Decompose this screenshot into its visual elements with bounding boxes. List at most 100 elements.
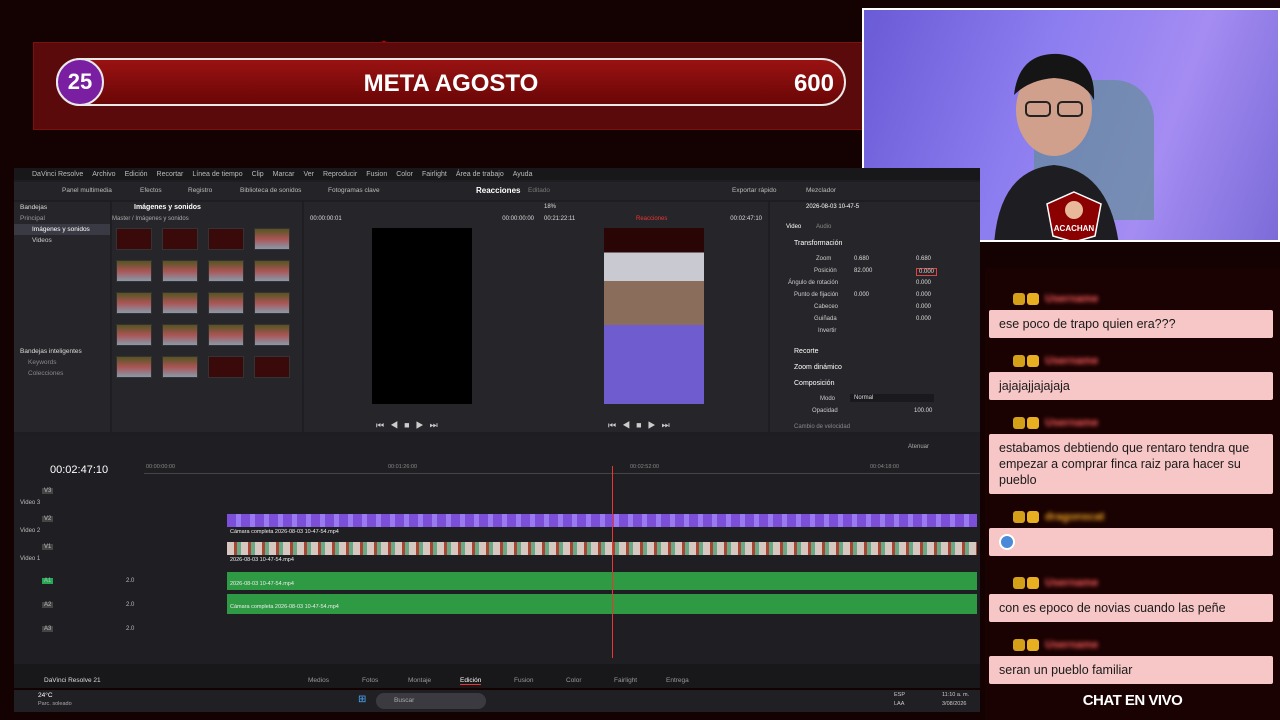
video-clip-v2[interactable]	[227, 514, 977, 527]
media-thumbnail[interactable]	[208, 228, 244, 250]
log-button[interactable]: Registro	[188, 187, 212, 194]
section-crop[interactable]: Recorte	[794, 348, 819, 355]
source-frame	[372, 228, 472, 404]
mode-select[interactable]: Normal	[850, 394, 934, 402]
media-thumbnail[interactable]	[254, 356, 290, 378]
bin-master[interactable]: Principal	[14, 213, 110, 224]
page-cut[interactable]: Fotos	[362, 677, 378, 684]
media-pool-button[interactable]: Panel multimedia	[62, 187, 112, 194]
media-thumbnail[interactable]	[208, 324, 244, 346]
menu-item[interactable]: Edición	[125, 171, 148, 178]
yaw-field[interactable]: 0.000	[916, 316, 931, 322]
page-media[interactable]: Medios	[308, 677, 329, 684]
menu-item[interactable]: Archivo	[92, 171, 115, 178]
media-thumbnail[interactable]	[208, 260, 244, 282]
media-pool-title: Imágenes y sonidos	[134, 204, 201, 211]
transport-controls[interactable]: ⏮◀■▶⏭	[608, 420, 676, 431]
menu-item[interactable]: Fusion	[366, 171, 387, 178]
source-viewer: 00:00:00:01 00:00:00:00 ⏮◀■▶⏭	[304, 202, 540, 432]
menu-item[interactable]: Marcar	[273, 171, 295, 178]
zoom-x-field[interactable]: 0.680	[854, 256, 869, 262]
page-fairlight[interactable]: Fairlight	[614, 677, 637, 684]
attenuate-button[interactable]: Atenuar	[908, 444, 929, 450]
media-thumbnail[interactable]	[162, 260, 198, 282]
media-thumbnail[interactable]	[254, 260, 290, 282]
chat-username: Username	[1045, 639, 1099, 651]
media-thumbnail[interactable]	[254, 292, 290, 314]
menu-item[interactable]: Reproducir	[323, 171, 357, 178]
playhead[interactable]	[612, 466, 613, 658]
sound-library-button[interactable]: Biblioteca de sonidos	[240, 187, 301, 194]
mixer-button[interactable]: Mezclador	[806, 187, 836, 194]
source-timecode: 00:00:00:01	[310, 216, 342, 222]
keyframes-button[interactable]: Fotogramas clave	[328, 187, 380, 194]
anchor-label: Punto de fijación	[794, 292, 839, 298]
media-thumbnail[interactable]	[254, 228, 290, 250]
menu-item[interactable]: Ayuda	[513, 171, 533, 178]
media-thumbnail[interactable]	[162, 292, 198, 314]
position-x-field[interactable]: 82.000	[854, 268, 872, 274]
language-indicator[interactable]: ESP	[894, 692, 905, 698]
tab-video[interactable]: Video	[786, 224, 801, 230]
media-thumbnail[interactable]	[208, 292, 244, 314]
transport-controls[interactable]: ⏮◀■▶⏭	[376, 420, 444, 431]
media-thumbnail[interactable]	[254, 324, 290, 346]
bin-item[interactable]: Videos	[14, 235, 110, 246]
menu-bar: DaVinci Resolve Archivo Edición Recortar…	[14, 168, 980, 180]
media-thumbnail[interactable]	[116, 324, 152, 346]
video-clip-v1[interactable]	[227, 542, 977, 555]
search-placeholder: Buscar	[394, 697, 415, 704]
zoom-y-field[interactable]: 0.680	[916, 256, 931, 262]
media-thumbnail[interactable]	[162, 228, 198, 250]
media-thumbnail[interactable]	[162, 324, 198, 346]
windows-taskbar: 24°C Parc. soleado ⊞ Buscar ESP LAA 11:1…	[14, 690, 980, 712]
media-thumbnail[interactable]	[208, 356, 244, 378]
menu-item[interactable]: DaVinci Resolve	[32, 171, 83, 178]
page-deliver[interactable]: Entrega	[666, 677, 689, 684]
track-id: V1	[42, 544, 54, 550]
menu-item[interactable]: Color	[396, 171, 413, 178]
mode-label: Modo	[820, 396, 836, 402]
media-pool: Imágenes y sonidos Master / Imágenes y s…	[112, 202, 302, 432]
taskbar-search[interactable]: Buscar	[376, 693, 486, 709]
anchor-y-field[interactable]: 0.000	[916, 292, 931, 298]
menu-item[interactable]: Área de trabajo	[456, 171, 504, 178]
menu-item[interactable]: Clip	[252, 171, 264, 178]
pitch-field[interactable]: 0.000	[916, 304, 931, 310]
windows-start-icon[interactable]: ⊞	[358, 694, 366, 705]
menu-item[interactable]: Recortar	[157, 171, 184, 178]
anchor-x-field[interactable]: 0.000	[854, 292, 869, 298]
media-thumbnail[interactable]	[116, 260, 152, 282]
timeline-ruler[interactable]: 00:00:00:00 00:01:26:00 00:02:52:00 00:0…	[144, 464, 980, 474]
clock-time[interactable]: 11:10 a. m.	[942, 692, 969, 698]
effects-button[interactable]: Efectos	[140, 187, 162, 194]
quick-export-button[interactable]: Exportar rápido	[732, 187, 776, 194]
page-color[interactable]: Color	[566, 677, 582, 684]
media-thumbnail[interactable]	[116, 292, 152, 314]
position-y-field[interactable]: 0.000	[916, 268, 938, 276]
media-thumbnail[interactable]	[162, 356, 198, 378]
section-composite[interactable]: Composición	[794, 380, 834, 387]
section-transform[interactable]: Transformación	[794, 240, 842, 247]
viewer-zoom[interactable]: 18%	[544, 204, 556, 210]
media-thumbnail[interactable]	[116, 356, 152, 378]
media-thumbnail[interactable]	[116, 228, 152, 250]
audio-clip-a2[interactable]	[227, 594, 977, 614]
menu-item[interactable]: Ver	[303, 171, 314, 178]
section-speed[interactable]: Cambio de velocidad	[794, 424, 850, 430]
audio-clip-a1[interactable]	[227, 572, 977, 590]
page-montage[interactable]: Montaje	[408, 677, 431, 684]
smart-bin-item[interactable]: Colecciones	[14, 368, 110, 379]
menu-item[interactable]: Fairlight	[422, 171, 447, 178]
badge-icon	[1027, 293, 1039, 305]
page-edit[interactable]: Edición	[460, 677, 482, 685]
rotation-field[interactable]: 0.000	[916, 280, 931, 286]
page-fusion[interactable]: Fusion	[514, 677, 534, 684]
bin-item[interactable]: Imágenes y sonidos	[14, 224, 110, 235]
weather-temp[interactable]: 24°C	[38, 692, 53, 699]
section-dynamic-zoom[interactable]: Zoom dinámico	[794, 364, 842, 371]
opacity-field[interactable]: 100.00	[914, 408, 932, 414]
menu-item[interactable]: Línea de tiempo	[192, 171, 242, 178]
tab-audio[interactable]: Audio	[816, 224, 831, 230]
smart-bin-item[interactable]: Keywords	[14, 357, 110, 368]
